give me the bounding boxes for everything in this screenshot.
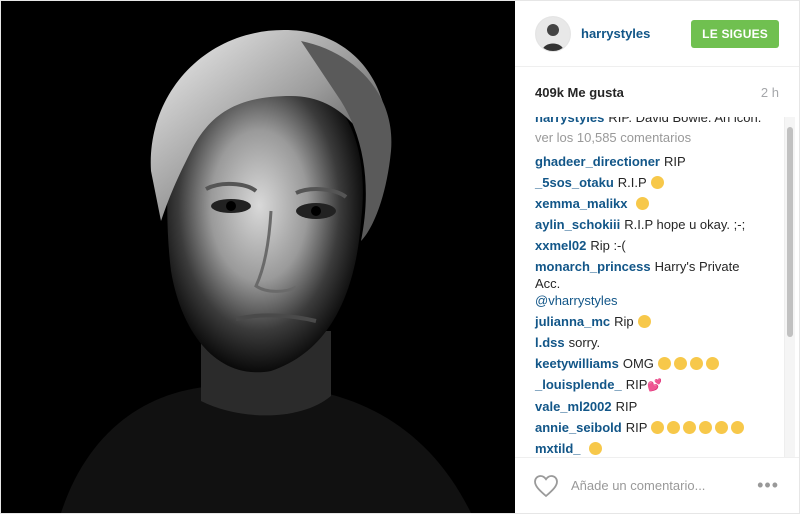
comments-scrollbar[interactable] <box>784 117 795 457</box>
comment-text: R.I.P <box>617 175 647 190</box>
comment-username[interactable]: mxtild_ <box>535 441 581 456</box>
heart-icon[interactable] <box>533 474 559 498</box>
avatar[interactable] <box>535 15 571 52</box>
scrollbar-thumb[interactable] <box>787 127 793 337</box>
post-username[interactable]: harrystyles <box>581 26 691 41</box>
crying-emoji-icon <box>637 315 651 328</box>
more-options-icon[interactable]: ••• <box>757 475 779 496</box>
crying-emoji-icon <box>699 421 713 434</box>
comment-text: R.I.P hope u okay. ;-; <box>624 217 746 232</box>
post-stats: 409k Me gusta 2 h <box>515 67 799 117</box>
post-sidebar: harrystyles LE SIGUES 409k Me gusta 2 h … <box>515 1 799 513</box>
caption: harrystyles RIP. David Bowie. An icon. <box>535 117 767 126</box>
comment-text: sorry. <box>568 335 601 350</box>
comment-username[interactable]: ghadeer_directioner <box>535 154 660 169</box>
comment-username[interactable]: l.dss <box>535 335 565 350</box>
comment-row: mxtild_ <box>535 440 767 457</box>
comment-text: RIP <box>615 399 638 414</box>
crying-emoji-icon <box>588 442 602 455</box>
comment-text: RIP <box>625 377 648 392</box>
caption-username[interactable]: harrystyles <box>535 117 604 125</box>
comment-username[interactable]: _louisplende_ <box>535 377 622 392</box>
comment-text: Rip <box>614 314 634 329</box>
view-all-comments-link[interactable]: ver los 10,585 comentarios <box>535 130 767 145</box>
comment-row: aylin_schokiii R.I.P hope u okay. ;-; <box>535 216 767 233</box>
comment-text: OMG <box>622 356 654 371</box>
follow-button[interactable]: LE SIGUES <box>691 19 779 48</box>
comment-row: xemma_malikx <box>535 195 767 212</box>
comment-username[interactable]: vale_ml2002 <box>535 399 612 414</box>
comment-input[interactable] <box>569 477 758 494</box>
comment-row: annie_seibold RIP <box>535 419 767 436</box>
post-photo[interactable] <box>1 1 515 513</box>
comment-username[interactable]: monarch_princess <box>535 259 651 274</box>
post-header: harrystyles LE SIGUES <box>515 1 799 67</box>
crying-emoji-icon <box>635 197 649 210</box>
comment-row: ghadeer_directioner RIP <box>535 153 767 170</box>
crying-emoji-icon <box>650 176 664 189</box>
crying-emoji-icon <box>705 357 719 370</box>
crying-emoji-icon <box>683 421 697 434</box>
portrait-image <box>1 1 515 513</box>
comment-row: monarch_princess Harry's Private Acc. @vha… <box>535 258 767 309</box>
instagram-post: harrystyles LE SIGUES 409k Me gusta 2 h … <box>0 0 800 514</box>
comment-username[interactable]: annie_seibold <box>535 420 622 435</box>
comment-row: xxmel02 Rip :-( <box>535 237 767 254</box>
comments-list[interactable]: harrystyles RIP. David Bowie. An icon. ve… <box>515 117 799 462</box>
comment-username[interactable]: xxmel02 <box>535 238 586 253</box>
comment-username[interactable]: _5sos_otaku <box>535 175 614 190</box>
crying-emoji-icon <box>731 421 745 434</box>
crying-emoji-icon <box>673 357 687 370</box>
likes-count[interactable]: 409k Me gusta <box>535 85 624 100</box>
heart-emoji-icon: 💕 <box>647 378 663 392</box>
comment-text: Rip :-( <box>590 238 626 253</box>
crying-emoji-icon <box>715 421 729 434</box>
caption-text: RIP. David Bowie. An icon. <box>608 117 762 125</box>
comment-text: RIP <box>664 154 686 169</box>
crying-emoji-icon <box>657 357 671 370</box>
comment-username[interactable]: xemma_malikx <box>535 196 628 211</box>
post-time[interactable]: 2 h <box>761 85 779 100</box>
comment-row: l.dss sorry. <box>535 334 767 351</box>
comment-username[interactable]: keetywilliams <box>535 356 619 371</box>
comment-username[interactable]: julianna_mc <box>535 314 610 329</box>
crying-emoji-icon <box>667 421 681 434</box>
comment-row: _louisplende_ RIP💕 <box>535 376 767 394</box>
comment-text: RIP <box>625 420 648 435</box>
comment-row: _5sos_otaku R.I.P <box>535 174 767 191</box>
comment-mention[interactable]: @vharrystyles <box>535 293 618 308</box>
comment-row: julianna_mc Rip <box>535 313 767 330</box>
comment-row: vale_ml2002 RIP <box>535 398 767 415</box>
comment-footer: ••• <box>515 457 799 513</box>
comment-username[interactable]: aylin_schokiii <box>535 217 620 232</box>
comment-row: keetywilliams OMG <box>535 355 767 372</box>
crying-emoji-icon <box>651 421 665 434</box>
crying-emoji-icon <box>689 357 703 370</box>
